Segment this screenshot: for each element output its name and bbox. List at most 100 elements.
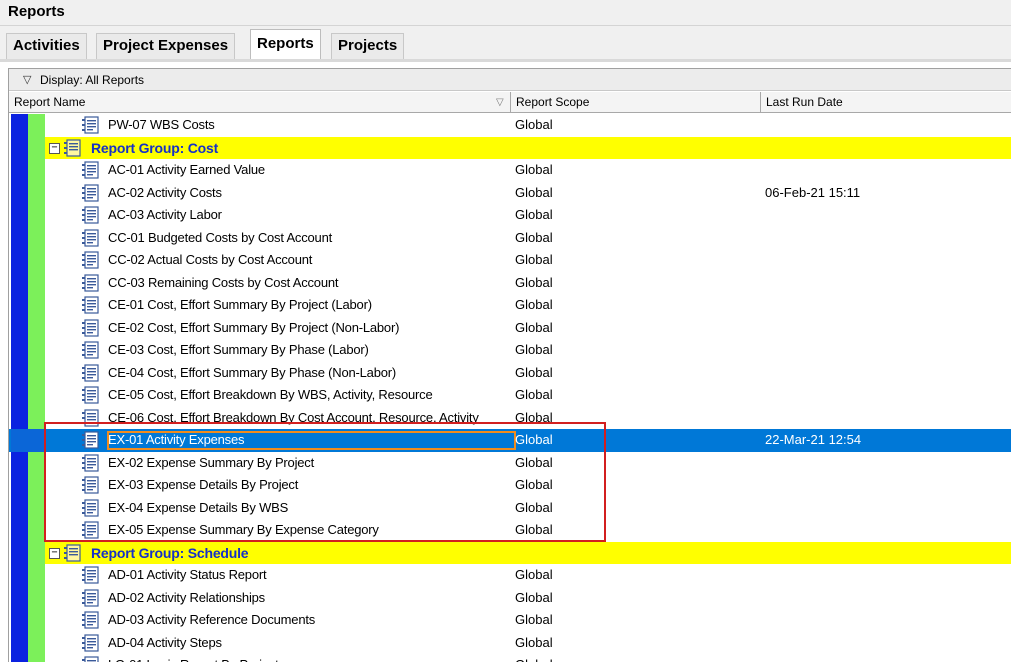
report-name: AD-04 Activity Steps [108,634,222,650]
level-1-bar [11,496,28,519]
level-1-bar [11,204,28,227]
table-row[interactable]: AC-01 Activity Earned Value Global [9,159,1011,182]
table-row[interactable]: CC-02 Actual Costs by Cost Account Global [9,249,1011,272]
table-row[interactable]: EX-05 Expense Summary By Expense Categor… [9,519,1011,542]
filter-icon[interactable]: ▽ [496,92,504,113]
level-2-bar [28,114,45,137]
level-1-bar [11,564,28,587]
level-2-bar [28,226,45,249]
report-scope: Global [515,432,553,447]
table-row[interactable]: CE-03 Cost, Effort Summary By Phase (Lab… [9,339,1011,362]
tab-bar: Activities Project Expenses Reports Proj… [0,26,1011,62]
table-row[interactable]: EX-04 Expense Details By WBS Global [9,496,1011,519]
table-row[interactable]: PW-07 WBS Costs Global [9,114,1011,137]
level-1-bar [11,384,28,407]
report-name: CE-03 Cost, Effort Summary By Phase (Lab… [108,342,369,357]
table-row[interactable]: CE-01 Cost, Effort Summary By Project (L… [9,294,1011,317]
level-1-bar [11,249,28,272]
table-row[interactable]: CE-04 Cost, Effort Summary By Phase (Non… [9,361,1011,384]
report-scope: Global [515,454,553,470]
collapse-toggle-icon[interactable]: − [49,142,60,154]
window-titlebar: Reports [0,0,1011,26]
level-2-bar [28,159,45,182]
column-header-report-name[interactable]: Report Name [9,92,511,113]
tab-project-expenses[interactable]: Project Expenses [96,33,236,59]
last-run-date: 22-Mar-21 12:54 [765,432,862,447]
report-icon [81,656,100,662]
tab-projects[interactable]: Projects [331,33,405,59]
table-row[interactable]: EX-03 Expense Details By Project Global [9,474,1011,497]
table-row[interactable]: CC-01 Budgeted Costs by Cost Account Glob… [9,226,1011,249]
report-scope: Global [515,567,553,582]
level-2-bar [28,429,45,452]
level-1-bar [11,114,28,137]
table-row[interactable]: EX-01 Activity Expenses Global 22-Mar-21 1… [9,429,1011,452]
report-name: PW-07 WBS Costs [108,117,215,132]
column-header-last-run-date[interactable]: Last Run Date [761,92,1011,113]
report-icon [81,498,100,517]
report-scope: Global [515,229,553,245]
table-row[interactable]: CE-06 Cost, Effort Breakdown By Cost Acc… [9,406,1011,429]
table-row[interactable]: EX-02 Expense Summary By Project Global [9,451,1011,474]
report-scope: Global [515,342,553,357]
tab-activities[interactable]: Activities [6,33,87,59]
group-row[interactable]: − Report Group: Cost [9,136,1011,159]
level-2-bar [28,339,45,362]
report-scope: Global [515,387,553,402]
column-header-label: Report Scope [516,95,590,109]
report-scope: Global [515,297,553,312]
column-header-report-scope[interactable]: Report Scope [511,92,761,113]
table-row[interactable]: CC-03 Remaining Costs by Cost Account Glo… [9,271,1011,294]
level-1-bar [11,316,28,339]
report-icon [81,521,100,539]
table-row[interactable]: AC-02 Activity Costs Global 06-Feb-21 15:1… [9,181,1011,204]
report-icon [81,386,100,404]
table-row[interactable]: AC-03 Activity Labor Global [9,204,1011,227]
display-filter-bar[interactable]: ▽ Display: All Reports [9,69,1011,91]
level-1-bar [11,451,28,474]
table-row[interactable]: CE-02 Cost, Effort Summary By Project (N… [9,316,1011,339]
report-scope: Global [515,319,553,335]
table-row[interactable]: AD-01 Activity Status Report Global [9,564,1011,587]
report-name: CE-04 Cost, Effort Summary By Phase (Non… [108,364,397,380]
tab-reports[interactable]: Reports [250,29,321,59]
report-scope: Global [515,654,553,662]
report-icon [81,341,100,359]
table-row[interactable]: LG-01 Logic Report By Project Global [9,654,1011,662]
report-scope: Global [515,589,553,605]
report-icon [81,296,100,314]
report-name: AC-01 Activity Earned Value [108,162,265,177]
level-2-bar [28,451,45,474]
report-name: CC-02 Actual Costs by Cost Account [108,252,313,267]
table-row[interactable]: CE-05 Cost, Effort Breakdown By WBS, Act… [9,384,1011,407]
report-name: EX-02 Expense Summary By Project [108,454,315,470]
report-icon [81,633,100,652]
level-2-bar [28,406,45,429]
reports-panel: ▽ Display: All Reports Report Name ▽ Rep… [8,68,1011,662]
report-name: LG-01 Logic Report By Project [108,654,279,662]
column-header-label: Report Name [14,95,86,109]
report-group-icon [63,138,82,157]
table-row[interactable]: AD-03 Activity Reference Documents Global [9,609,1011,632]
report-icon [81,183,100,202]
report-icon [81,273,100,292]
table-row[interactable]: AD-02 Activity Relationships Global [9,586,1011,609]
level-2-bar [28,654,45,662]
report-name: EX-05 Expense Summary By Expense Categor… [108,522,379,537]
level-1-bar [11,339,28,362]
report-icon [81,611,100,629]
level-1-bar [11,361,28,384]
collapse-toggle-icon[interactable]: − [49,547,60,559]
report-scope: Global [515,207,553,222]
report-icon [81,431,100,449]
level-1-bar [11,406,28,429]
level-1-bar [11,474,28,497]
report-scope: Global [515,252,553,267]
level-1-bar [11,159,28,182]
level-1-bar [11,519,28,542]
chevron-down-icon[interactable]: ▽ [23,69,31,91]
table-row[interactable]: AD-04 Activity Steps Global [9,631,1011,654]
group-row[interactable]: − Report Group: Schedule [9,541,1011,564]
display-filter-label: Display: All Reports [40,73,145,87]
report-icon [81,363,100,382]
